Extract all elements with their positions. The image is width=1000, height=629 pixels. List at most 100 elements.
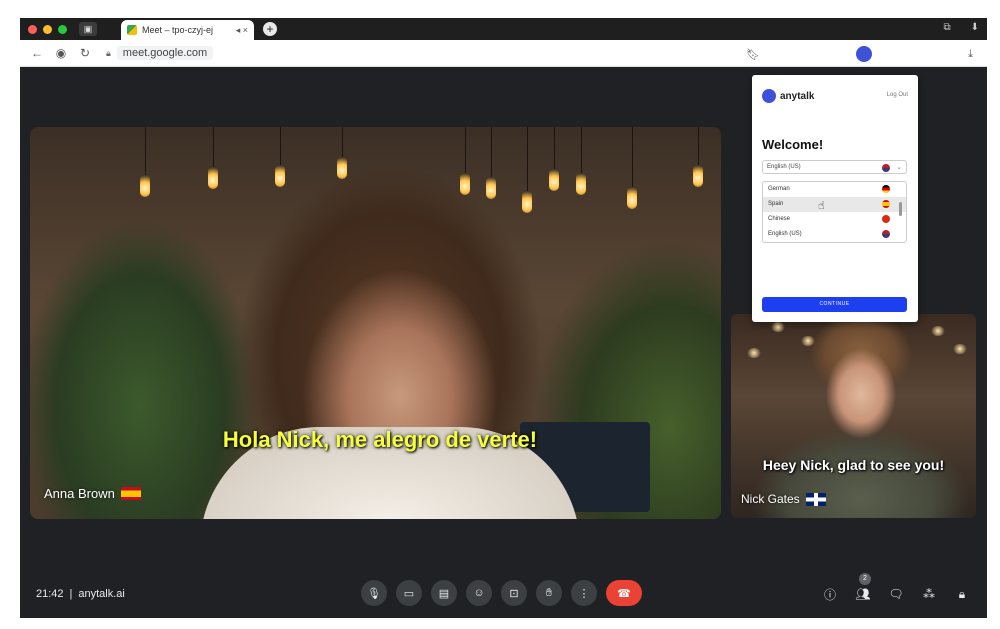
present-screen-icon: ⊡: [509, 587, 519, 600]
translate-language-list[interactable]: German Spain Chinese English (US): [762, 181, 907, 243]
main-video-tile[interactable]: Hola Nick, me alegro de verte! Anna Brow…: [30, 127, 721, 519]
captions-button[interactable]: ▤: [431, 580, 457, 606]
light-wire: [280, 127, 281, 165]
minimize-window-button[interactable]: [43, 24, 52, 34]
url-field[interactable]: 🔒︎ meet.google.com: [106, 46, 214, 60]
end-call-button[interactable]: ☎︎: [606, 580, 642, 606]
raise-hand-button[interactable]: ✋︎: [536, 580, 562, 606]
light-bulb: [486, 177, 496, 199]
url-text: meet.google.com: [116, 46, 214, 60]
meeting-info: 21:42 | anytalk.ai: [36, 588, 125, 600]
logout-link[interactable]: Log Out: [887, 92, 908, 98]
browser-tab-strip: ▣ Meet – tpo-czyj-ej ◂ × + ⧉ ⬇: [20, 18, 987, 40]
light-wire: [342, 127, 343, 157]
window-menu-icon[interactable]: ⧉: [943, 22, 950, 33]
back-arrow-icon[interactable]: ←: [30, 46, 44, 60]
anytalk-extension-icon[interactable]: [856, 46, 873, 62]
light-bulb: [576, 173, 586, 195]
tab-google-meet[interactable]: Meet – tpo-czyj-ej ◂ ×: [121, 20, 254, 40]
new-tab-button[interactable]: +: [263, 22, 277, 36]
uk-flag-icon: [805, 492, 826, 506]
chat-button[interactable]: 🗨︎: [887, 585, 905, 603]
emoji-icon: ☺: [473, 587, 485, 599]
people-button[interactable]: 2 👥︎: [854, 573, 872, 603]
translated-caption-main: Hola Nick, me alegro de verte!: [222, 427, 538, 452]
language-option-english-us[interactable]: English (US): [763, 227, 906, 242]
germany-flag-icon: [882, 185, 890, 193]
language-option-label: German: [768, 186, 790, 192]
hand-icon: ✋︎: [545, 586, 553, 599]
secondary-video-tile[interactable]: Heey Nick, glad to see you! Nick Gates: [731, 314, 976, 518]
meeting-separator: |: [69, 588, 73, 600]
present-button[interactable]: ⊡: [501, 580, 527, 606]
captions-icon: ▤: [438, 587, 450, 600]
tab-title: Meet – tpo-czyj-ej: [142, 25, 214, 35]
camera-button[interactable]: ▭: [396, 580, 422, 606]
chevron-down-icon: ⌄: [896, 164, 902, 171]
participant-name: Anna Brown: [44, 486, 115, 501]
light-wire: [145, 127, 146, 175]
background-light: [771, 322, 785, 332]
light-wire: [554, 127, 555, 169]
host-controls-button[interactable]: 🔒︎: [953, 585, 971, 603]
translated-caption-side: Heey Nick, glad to see you!: [762, 457, 945, 473]
tab-strip-right: ⧉ ⬇: [943, 22, 979, 33]
spain-flag-icon: [882, 200, 890, 208]
welcome-heading: Welcome!: [762, 137, 824, 152]
background-light: [953, 344, 967, 354]
background-light: [931, 326, 945, 336]
activities-icon: ⁂: [923, 587, 935, 601]
tab-overview-icon[interactable]: ▣: [79, 22, 97, 36]
lock-icon: 🔒︎: [106, 47, 111, 58]
info-icon: ⓘ: [823, 587, 836, 602]
light-wire: [527, 127, 528, 191]
download-icon[interactable]: ⤓: [968, 48, 973, 61]
background-light: [801, 336, 815, 346]
sidebar-icon[interactable]: ◉: [54, 46, 68, 60]
activities-button[interactable]: ⁂: [920, 585, 938, 603]
language-option-label: Spain: [768, 201, 784, 207]
language-option-spain[interactable]: Spain: [763, 197, 906, 212]
participant-name: Nick Gates: [741, 492, 800, 506]
my-language-select[interactable]: English (US) ⌄: [762, 160, 907, 174]
extensions-icon[interactable]: ⬇: [971, 22, 979, 33]
meeting-details-button[interactable]: ⓘ: [821, 585, 839, 603]
continue-button[interactable]: CONTINUE: [762, 297, 907, 312]
language-option-chinese[interactable]: Chinese: [763, 212, 906, 227]
lock-person-icon: 🔒︎: [958, 586, 966, 601]
meeting-side-actions: ⓘ 2 👥︎ 🗨︎ ⁂ 🔒︎: [821, 573, 971, 603]
light-bulb: [549, 169, 559, 191]
anytalk-brand: anytalk: [780, 90, 815, 102]
chat-icon: 🗨︎: [888, 587, 904, 601]
participants-count-badge: 2: [859, 573, 871, 585]
selected-language: English (US): [767, 164, 801, 170]
mouse-pointer-icon: ☝︎: [818, 200, 825, 212]
background-light: [747, 348, 761, 358]
meet-favicon-icon: [127, 25, 137, 35]
reactions-button[interactable]: ☺: [466, 580, 492, 606]
light-wire: [632, 127, 633, 187]
anytalk-logo-icon: [762, 89, 776, 103]
more-options-button[interactable]: ⋮: [571, 580, 597, 606]
address-bar-actions: 🔖︎ ⤓: [746, 46, 973, 62]
bookmark-icon[interactable]: 🔖︎: [746, 48, 760, 61]
language-option-label: English (US): [768, 231, 802, 237]
screen: ▣ Meet – tpo-czyj-ej ◂ × + ⧉ ⬇ ← ◉ ↻ 🔒︎ …: [20, 18, 987, 618]
us-flag-icon: [882, 230, 890, 238]
close-window-button[interactable]: [28, 24, 37, 34]
meeting-code: anytalk.ai: [78, 588, 125, 600]
china-flag-icon: [882, 215, 890, 223]
light-bulb: [522, 191, 532, 213]
light-wire: [213, 127, 214, 167]
meeting-control-bar: 21:42 | anytalk.ai 🎙︎ ▭ ▤ ☺ ⊡ ✋︎ ⋮ ☎︎ ⓘ …: [20, 573, 987, 614]
maximize-window-button[interactable]: [58, 24, 67, 34]
reload-icon[interactable]: ↻: [78, 46, 92, 60]
light-bulb: [337, 157, 347, 179]
tab-close-icon[interactable]: ◂ ×: [236, 25, 248, 36]
light-bulb: [140, 175, 150, 197]
language-option-german[interactable]: German: [763, 182, 906, 197]
light-bulb: [460, 173, 470, 195]
light-wire: [491, 127, 492, 177]
microphone-button[interactable]: 🎙︎: [361, 580, 387, 606]
list-scrollbar[interactable]: [899, 202, 902, 216]
